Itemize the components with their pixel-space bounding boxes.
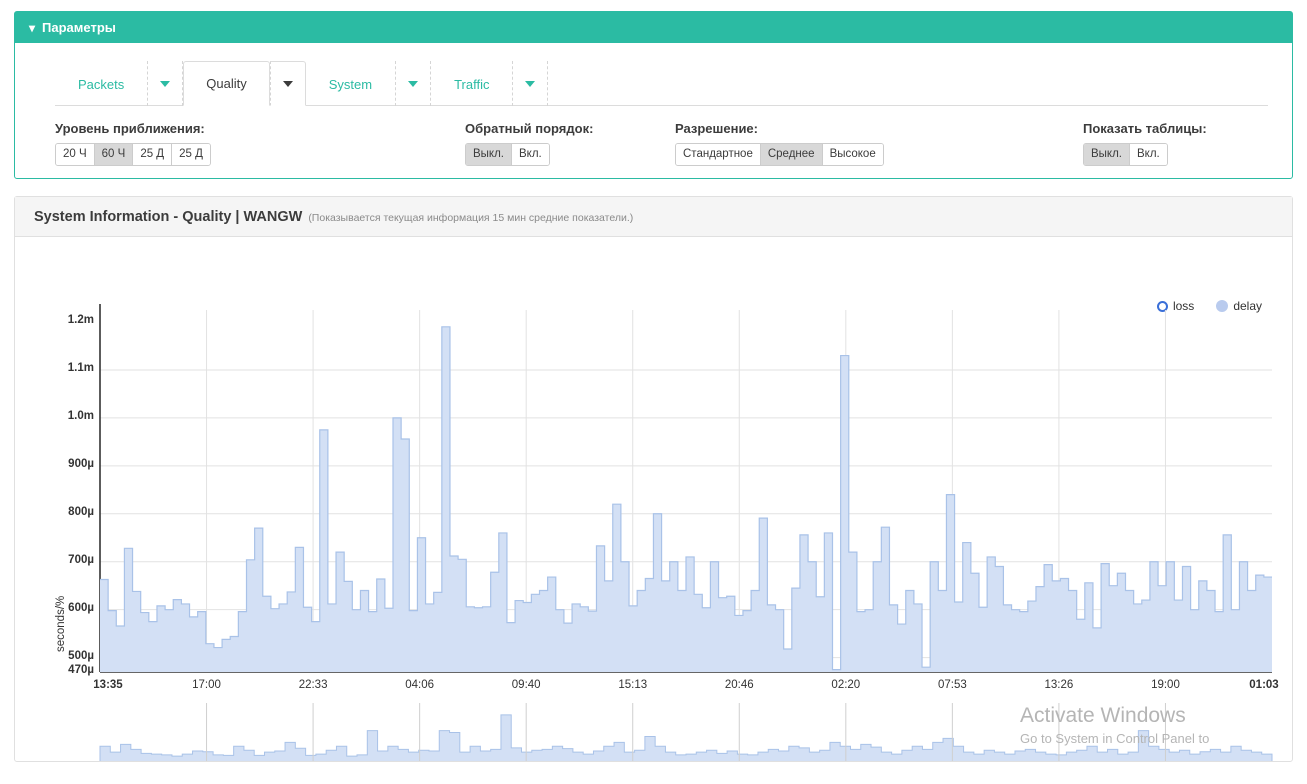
chevron-down-icon xyxy=(282,80,293,87)
tab-quality-label: Quality xyxy=(206,76,247,91)
tab-system[interactable]: System xyxy=(306,61,395,106)
resolution-option-standard[interactable]: Стандартное xyxy=(676,144,761,165)
chart-area: loss delay seconds/% 1.2m 1.1m 1.0m 900µ 800… xyxy=(15,237,1292,761)
resolution-option-medium[interactable]: Среднее xyxy=(760,144,823,165)
show-tables-option-on[interactable]: Вкл. xyxy=(1130,144,1167,165)
x-axis-tick-label: 13:26 xyxy=(1044,679,1074,691)
y-axis-tick-label: 600µ xyxy=(68,601,94,614)
chart-title: System Information - Quality | WANGW xyxy=(34,208,303,225)
parameters-panel: ▾ Параметры Packets Quality System Traff… xyxy=(14,11,1293,179)
option-resolution: Разрешение: Стандартное Среднее Высокое xyxy=(675,121,884,166)
reverse-order-option-off[interactable]: Выкл. xyxy=(466,144,513,165)
option-show-tables: Показать таблицы: Выкл. Вкл. xyxy=(1083,121,1207,166)
show-tables-option-off[interactable]: Выкл. xyxy=(1084,144,1131,165)
x-axis-tick-label: 09:40 xyxy=(511,679,541,691)
parameters-panel-title: Параметры xyxy=(42,20,116,35)
tab-packets[interactable]: Packets xyxy=(55,61,147,106)
chevron-down-icon xyxy=(525,80,536,87)
tab-quality-dropdown[interactable] xyxy=(269,61,306,106)
chart-panel: System Information - Quality | WANGW (По… xyxy=(14,196,1293,762)
chevron-down-icon: ▾ xyxy=(29,20,36,35)
chevron-down-icon xyxy=(160,80,171,87)
zoom-level-option-1[interactable]: 60 Ч xyxy=(94,144,134,165)
tab-traffic-dropdown[interactable] xyxy=(512,61,549,106)
x-axis-tick-label: 07:53 xyxy=(937,679,967,691)
tab-traffic-label: Traffic xyxy=(454,76,490,92)
y-axis-tick-label: 500µ xyxy=(68,649,94,662)
y-axis-tick-label: 1.2m xyxy=(67,314,94,326)
x-axis-tick-label: 01:03 xyxy=(1249,679,1279,691)
option-reverse-order: Обратный порядок: Выкл. Вкл. xyxy=(465,121,593,166)
chart-panel-header: System Information - Quality | WANGW (По… xyxy=(15,197,1292,237)
x-axis-tick-label: 15:13 xyxy=(618,679,648,691)
y-axis-tick-label: 900µ xyxy=(68,457,94,470)
reverse-order-option-on[interactable]: Вкл. xyxy=(512,144,549,165)
x-axis-tick-label: 02:20 xyxy=(831,679,861,691)
y-axis-tick-label: 1.0m xyxy=(67,409,94,422)
chevron-down-icon xyxy=(408,80,419,87)
option-zoom-level-label: Уровень приближения: xyxy=(55,121,205,136)
zoom-level-option-3[interactable]: 25 Д xyxy=(172,144,210,165)
tab-system-label: System xyxy=(328,76,373,92)
parameters-panel-body: Packets Quality System Traffic Уровень п… xyxy=(15,43,1292,178)
x-axis-tick-label: 04:06 xyxy=(405,679,435,691)
option-zoom-level: Уровень приближения: 20 Ч 60 Ч 25 Д 25 Д xyxy=(55,121,211,166)
tab-system-dropdown[interactable] xyxy=(395,61,432,106)
chart-subtitle: (Показывается текущая информация 15 мин … xyxy=(308,211,634,224)
plot-wrapper: seconds/% 1.2m 1.1m 1.0m 900µ 800µ 700µ 600µ 50… xyxy=(15,237,1292,761)
x-axis-tick-label: 13:35 xyxy=(93,679,123,691)
parameters-panel-header[interactable]: ▾ Параметры xyxy=(15,12,1292,43)
show-tables-button-group: Выкл. Вкл. xyxy=(1083,143,1168,166)
reverse-order-button-group: Выкл. Вкл. xyxy=(465,143,550,166)
y-axis-tick-label: 470µ xyxy=(68,664,94,676)
resolution-option-high[interactable]: Высокое xyxy=(822,144,883,165)
screen-root: ▾ Параметры Packets Quality System Traff… xyxy=(0,0,1307,784)
x-axis-tick-label: 22:33 xyxy=(298,679,328,691)
tab-quality[interactable]: Quality xyxy=(183,61,270,106)
x-axis-tick-label: 19:00 xyxy=(1151,679,1180,691)
resolution-button-group: Стандартное Среднее Высокое xyxy=(675,143,884,166)
option-resolution-label: Разрешение: xyxy=(675,121,758,136)
y-axis-tick-label: 800µ xyxy=(68,505,94,518)
tab-packets-dropdown[interactable] xyxy=(147,61,184,106)
tab-packets-label: Packets xyxy=(78,76,125,92)
y-axis-tick-label: 700µ xyxy=(68,553,94,566)
x-axis-tick-label: 17:00 xyxy=(192,679,221,691)
option-reverse-order-label: Обратный порядок: xyxy=(465,121,594,136)
tab-traffic[interactable]: Traffic xyxy=(431,61,512,106)
y-axis-tick-label: 1.1m xyxy=(67,361,94,374)
zoom-level-option-2[interactable]: 25 Д xyxy=(133,144,173,165)
x-axis-tick-label: 20:46 xyxy=(724,679,754,691)
option-show-tables-label: Показать таблицы: xyxy=(1083,121,1207,136)
zoom-level-option-0[interactable]: 20 Ч xyxy=(56,144,95,165)
zoom-level-button-group: 20 Ч 60 Ч 25 Д 25 Д xyxy=(55,143,211,166)
tab-bar: Packets Quality System Traffic xyxy=(55,60,1268,106)
